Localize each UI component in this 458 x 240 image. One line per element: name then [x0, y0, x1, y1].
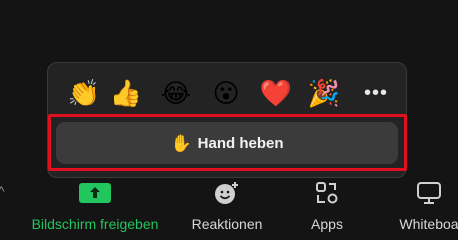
whiteboard-button[interactable]: Whiteboa — [394, 180, 458, 236]
emoji-row: 👏 👍 😂 😮 ❤️ 🎉 ••• — [48, 71, 406, 115]
red-heart-reaction-button[interactable]: ❤️ — [258, 75, 294, 111]
apps-icon — [310, 180, 344, 206]
party-popper-reaction-button[interactable]: 🎉 — [306, 75, 342, 111]
share-screen-label: Bildschirm freigeben — [31, 216, 159, 232]
reactions-label: Reaktionen — [191, 216, 263, 232]
whiteboard-label: Whiteboa — [399, 216, 458, 232]
apps-label: Apps — [311, 216, 343, 232]
open-mouth-reaction-button[interactable]: 😮 — [208, 75, 244, 111]
more-reactions-button[interactable]: ••• — [358, 75, 394, 111]
raise-hand-label: Hand heben — [197, 134, 284, 152]
reactions-button[interactable]: Reaktionen — [186, 180, 268, 236]
raised-hand-icon: ✋ — [170, 133, 192, 153]
thumbs-up-reaction-button[interactable]: 👍 — [108, 75, 144, 111]
raise-hand-button[interactable]: ✋ Hand heben — [56, 122, 398, 164]
chevron-up-icon[interactable]: ^ — [0, 183, 5, 199]
share-screen-button[interactable]: Bildschirm freigeben — [22, 180, 168, 236]
reactions-icon — [210, 180, 244, 206]
whiteboard-icon — [412, 180, 446, 206]
apps-button[interactable]: Apps — [302, 180, 352, 236]
share-screen-icon — [78, 180, 112, 206]
clapping-hands-reaction-button[interactable]: 👏 — [66, 75, 102, 111]
tears-of-joy-reaction-button[interactable]: 😂 — [158, 75, 194, 111]
meeting-stage: ^ 👏 👍 😂 😮 ❤️ 🎉 ••• ✋ Hand heben Bildschi… — [0, 0, 458, 240]
